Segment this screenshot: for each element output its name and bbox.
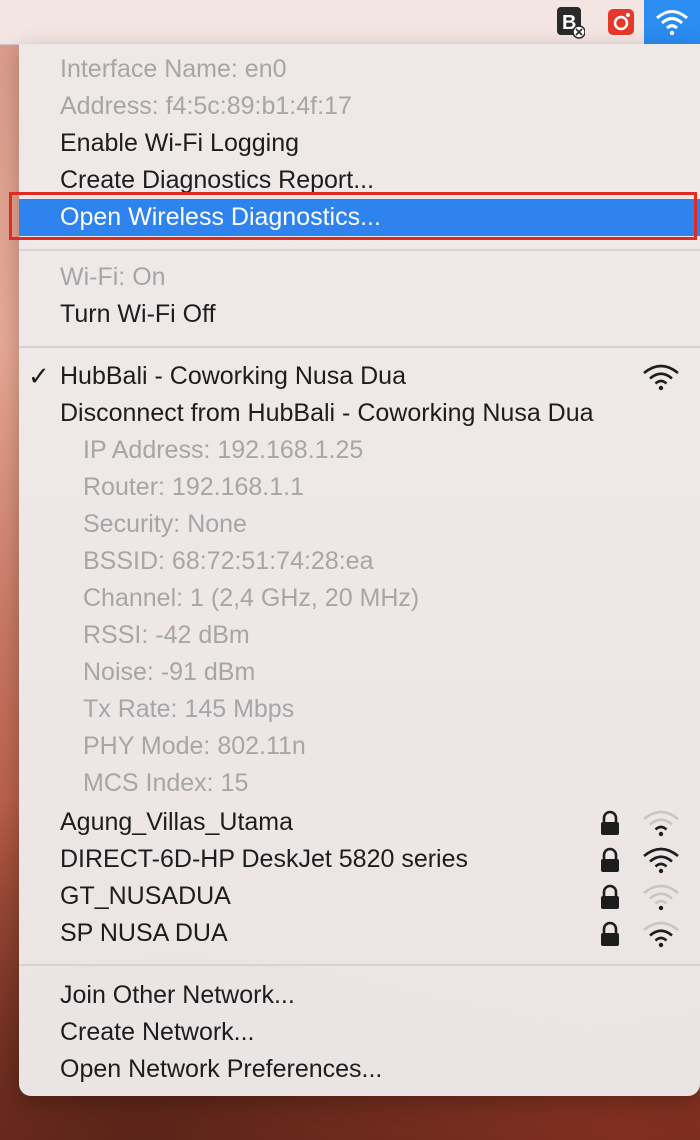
camera-icon[interactable] (604, 4, 638, 40)
router-detail: Router: 192.168.1.1 (83, 473, 304, 501)
separator (19, 249, 700, 251)
security-detail: Security: None (83, 510, 247, 538)
interface-name: Interface Name: en0 (60, 55, 287, 83)
open-wireless-diagnostics-item[interactable]: Open Wireless Diagnostics... (19, 199, 700, 236)
create-network-item[interactable]: Create Network... (19, 1014, 700, 1051)
noise-detail: Noise: -91 dBm (83, 658, 256, 686)
wifi-signal-icon (643, 364, 679, 391)
network-item[interactable]: Agung_Villas_Utama (19, 804, 700, 841)
disconnect-item[interactable]: Disconnect from HubBali - Coworking Nusa… (19, 395, 700, 432)
wifi-status: Wi-Fi: On (60, 263, 166, 291)
channel-detail: Channel: 1 (2,4 GHz, 20 MHz) (83, 584, 420, 612)
menu-bar: B (0, 0, 700, 45)
extension-x-icon[interactable]: B (553, 4, 587, 40)
turn-wifi-off-item[interactable]: Turn Wi-Fi Off (19, 296, 700, 333)
lock-icon (601, 847, 619, 872)
open-network-preferences-item[interactable]: Open Network Preferences... (19, 1051, 700, 1088)
join-other-network-item[interactable]: Join Other Network... (19, 977, 700, 1014)
network-item[interactable]: GT_NUSADUA (19, 878, 700, 915)
wifi-signal-icon (643, 921, 679, 948)
mcs-index-detail: MCS Index: 15 (83, 769, 249, 797)
separator (19, 346, 700, 348)
ip-address-detail: IP Address: 192.168.1.25 (83, 436, 364, 464)
current-network-item[interactable]: ✓ HubBali - Coworking Nusa Dua (19, 358, 700, 395)
bssid-detail: BSSID: 68:72:51:74:28:ea (83, 547, 374, 575)
checkmark-icon: ✓ (28, 361, 50, 391)
enable-wifi-logging-item[interactable]: Enable Wi-Fi Logging (19, 125, 700, 162)
network-item[interactable]: DIRECT-6D-HP DeskJet 5820 series (19, 841, 700, 878)
separator (19, 964, 700, 966)
network-item[interactable]: SP NUSA DUA (19, 915, 700, 952)
lock-icon (601, 921, 619, 946)
wifi-signal-icon (643, 884, 679, 911)
interface-address: Address: f4:5c:89:b1:4f:17 (60, 92, 352, 120)
wifi-menu: Interface Name: en0 Address: f4:5c:89:b1… (19, 44, 700, 1096)
rssi-detail: RSSI: -42 dBm (83, 621, 250, 649)
create-diagnostics-report-item[interactable]: Create Diagnostics Report... (19, 162, 700, 199)
wifi-signal-icon (643, 847, 679, 874)
wifi-icon[interactable] (644, 0, 700, 44)
wifi-signal-icon (643, 810, 679, 837)
lock-icon (601, 810, 619, 835)
tx-rate-detail: Tx Rate: 145 Mbps (83, 695, 295, 723)
lock-icon (601, 884, 619, 909)
phy-mode-detail: PHY Mode: 802.11n (83, 732, 306, 760)
